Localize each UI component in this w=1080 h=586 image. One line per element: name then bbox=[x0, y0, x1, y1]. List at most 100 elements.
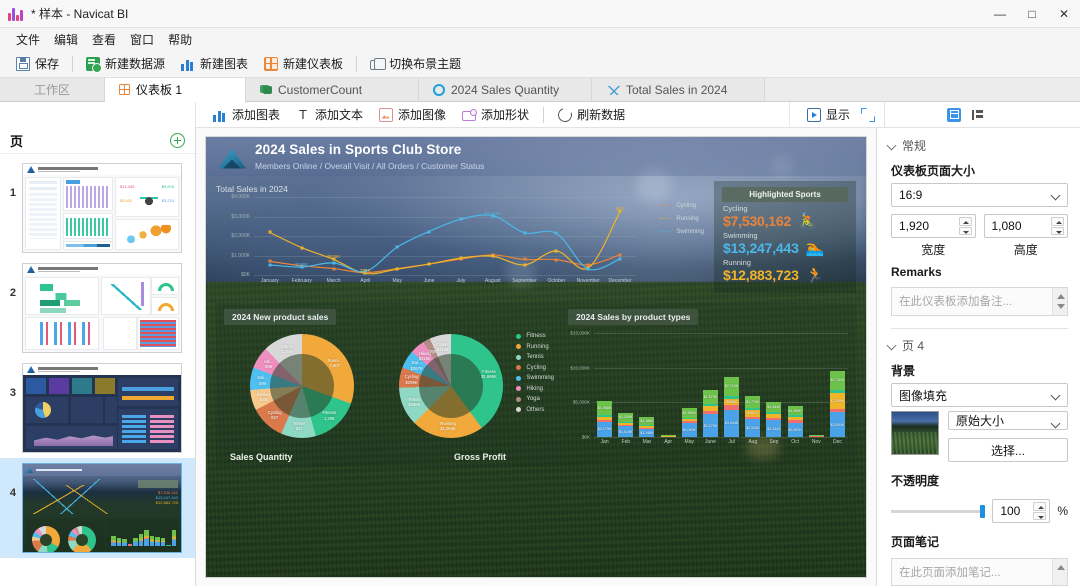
page-thumbnail-4[interactable]: 4 $7,530,162 $13,247,44 bbox=[0, 458, 195, 558]
menu-edit[interactable]: 编辑 bbox=[48, 29, 84, 50]
menu-window[interactable]: 窗口 bbox=[124, 29, 160, 50]
background-image-preview[interactable] bbox=[891, 411, 939, 455]
section-general-header[interactable]: 常规 bbox=[877, 128, 1080, 160]
y-tick-label: $10,000K bbox=[570, 365, 590, 370]
minimize-button[interactable]: — bbox=[984, 0, 1016, 28]
save-button[interactable]: 保存 bbox=[8, 52, 67, 75]
scroll-up-icon[interactable] bbox=[1057, 294, 1065, 299]
subtoolbar-panel-toggles bbox=[884, 102, 1080, 128]
tab-customercount[interactable]: CustomerCount bbox=[246, 78, 419, 101]
bar-segment bbox=[766, 412, 781, 414]
page-notes-scrollbar[interactable] bbox=[1052, 559, 1067, 585]
bar-column: $2,432K$1,484K bbox=[763, 402, 784, 437]
menu-help[interactable]: 帮助 bbox=[162, 29, 198, 50]
highlighted-sports-widget[interactable]: Highlighted Sports Cycling $7,530,162 🚴 … bbox=[714, 181, 856, 293]
bar-chart-title: 2024 Sales by product types bbox=[568, 309, 698, 325]
bar-segment bbox=[788, 417, 803, 420]
highlight-label: Cycling bbox=[723, 204, 856, 213]
bar-chart-widget[interactable]: 2024 Sales by product types $0K$5,000K$1… bbox=[560, 303, 856, 467]
switch-theme-button[interactable]: 切换布景主题 bbox=[362, 52, 469, 75]
structure-panel-icon[interactable] bbox=[971, 108, 985, 122]
page-notes-placeholder: 在此页面添加笔记... bbox=[899, 567, 1001, 579]
new-datasource-button[interactable]: 新建数据源 bbox=[78, 52, 173, 75]
new-chart-button[interactable]: 新建图表 bbox=[173, 52, 256, 75]
choose-image-button[interactable]: 选择... bbox=[948, 438, 1068, 462]
x-tick-label: April bbox=[349, 278, 381, 284]
image-size-select[interactable]: 原始大小 bbox=[948, 411, 1068, 430]
opacity-slider-thumb[interactable] bbox=[980, 505, 985, 518]
show-button[interactable]: 显示 bbox=[800, 103, 857, 126]
tab-workspace[interactable]: 工作区 bbox=[0, 78, 105, 101]
height-input[interactable]: 1,080 bbox=[984, 214, 1069, 238]
bar-stack: $2,432K$1,484K bbox=[766, 402, 781, 437]
x-tick-label: July bbox=[445, 278, 477, 284]
add-text-button[interactable]: 添加文本 bbox=[289, 103, 370, 126]
tab-total-sales[interactable]: Total Sales in 2024 bbox=[592, 78, 765, 101]
new-dashboard-label: 新建仪表板 bbox=[283, 55, 343, 72]
height-stepper[interactable] bbox=[1051, 217, 1064, 235]
bar-column: $2,530K$947K$1,776K bbox=[742, 396, 763, 437]
add-text-icon bbox=[296, 108, 310, 122]
bar-column: $2,049K$1,389K bbox=[679, 408, 700, 437]
scroll-down-icon[interactable] bbox=[1057, 304, 1065, 309]
refresh-data-button[interactable]: 刷新数据 bbox=[551, 103, 632, 126]
bar-segment bbox=[745, 408, 760, 410]
scroll-up-icon[interactable] bbox=[1057, 565, 1065, 570]
close-button[interactable]: ✕ bbox=[1048, 0, 1080, 28]
opacity-stepper[interactable] bbox=[1033, 502, 1046, 520]
legend-swatch bbox=[516, 365, 521, 370]
opacity-input[interactable]: 100 bbox=[992, 499, 1050, 523]
remarks-textarea[interactable]: 在此仪表板添加备注... bbox=[891, 287, 1068, 316]
bar-segment: $1,198K bbox=[639, 429, 654, 437]
add-image-icon bbox=[379, 108, 393, 122]
tab-sales-quantity[interactable]: 2024 Sales Quantity bbox=[419, 78, 592, 101]
remarks-scrollbar[interactable] bbox=[1052, 288, 1067, 315]
donut-charts-widget[interactable]: 2024 New product sales Runni...2,607Fitn… bbox=[216, 303, 560, 467]
add-page-icon[interactable] bbox=[170, 133, 185, 148]
add-shape-button[interactable]: 添加形状 bbox=[455, 103, 536, 126]
subtoolbar-actions: 添加图表 添加文本 添加图像 添加形状 刷新数据 bbox=[196, 102, 789, 128]
bar-column: $3,279K$1,979K bbox=[700, 390, 721, 437]
line-chart-widget[interactable]: Total Sales in 2024 $0K$1,000K$2,000K$3,… bbox=[216, 181, 710, 293]
bar-stack: $3,279K$1,979K bbox=[703, 390, 718, 437]
highlighted-sports-title: Highlighted Sports bbox=[722, 187, 848, 202]
opacity-slider[interactable] bbox=[891, 504, 985, 518]
pages-list[interactable]: 1 bbox=[0, 154, 195, 586]
slice-label: Swi...$267K bbox=[411, 360, 423, 371]
show-label: 显示 bbox=[826, 106, 850, 123]
section-general-label: 常规 bbox=[902, 137, 926, 154]
width-input[interactable]: 1,920 bbox=[891, 214, 976, 238]
legend-label: Running bbox=[526, 344, 548, 350]
new-dashboard-button[interactable]: 新建仪表板 bbox=[256, 52, 351, 75]
dashboard-canvas[interactable]: 2024 Sales in Sports Club Store Members … bbox=[196, 128, 876, 586]
page-notes-textarea[interactable]: 在此页面添加笔记... bbox=[891, 558, 1068, 586]
bar-segment: $890K bbox=[724, 399, 739, 405]
donut-panel-title: 2024 New product sales bbox=[224, 309, 336, 325]
fullscreen-icon[interactable] bbox=[861, 108, 874, 121]
menu-view[interactable]: 查看 bbox=[86, 29, 122, 50]
background-select[interactable]: 图像填充 bbox=[891, 383, 1068, 407]
menu-file[interactable]: 文件 bbox=[10, 29, 46, 50]
add-chart-button[interactable]: 添加图表 bbox=[206, 103, 287, 126]
page-size-row: 16:9 bbox=[877, 183, 1080, 207]
chevron-down-icon bbox=[887, 141, 896, 150]
add-chart-label: 添加图表 bbox=[232, 106, 280, 123]
bar-column: $1,198K $1,188K bbox=[636, 417, 657, 437]
page-thumbnail-1[interactable]: 1 bbox=[0, 158, 195, 258]
page-thumb-image: $7,530,162 $13,247,443 $12,883,723 bbox=[22, 463, 182, 553]
add-image-button[interactable]: 添加图像 bbox=[372, 103, 453, 126]
bar-segment: $1,188K bbox=[639, 417, 654, 425]
bar-segment bbox=[682, 419, 697, 421]
bar-segment bbox=[830, 390, 845, 392]
tab-dashboard-1[interactable]: 仪表板 1 bbox=[105, 78, 246, 101]
page-thumbnail-3[interactable]: 3 bbox=[0, 358, 195, 458]
properties-panel-icon[interactable] bbox=[947, 108, 961, 122]
bar-stack: $1,198K $1,188K bbox=[639, 417, 654, 437]
maximize-button[interactable]: □ bbox=[1016, 0, 1048, 28]
page-size-select[interactable]: 16:9 bbox=[891, 183, 1068, 207]
page-thumbnail-2[interactable]: 2 bbox=[0, 258, 195, 358]
section-page-header[interactable]: 页 4 bbox=[877, 328, 1080, 360]
add-image-label: 添加图像 bbox=[398, 106, 446, 123]
width-stepper[interactable] bbox=[959, 217, 972, 235]
bar-segment: $2,715K bbox=[724, 377, 739, 396]
